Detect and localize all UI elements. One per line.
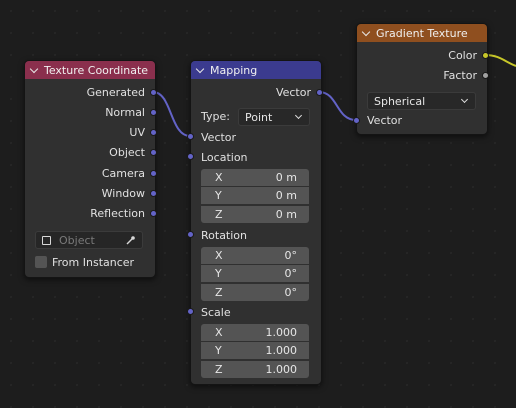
field-value: 0°	[284, 249, 298, 262]
rotation-y-field[interactable]: Y 0°	[201, 265, 309, 282]
socket-generated-out[interactable]	[150, 89, 157, 96]
output-camera-label: Camera	[101, 167, 145, 180]
output-normal-label: Normal	[105, 106, 145, 119]
gradient-type-value: Spherical	[374, 94, 426, 108]
scale-x-field[interactable]: X 1.000	[201, 324, 309, 341]
output-vector-label: Vector	[275, 86, 311, 99]
field-value: 1.000	[265, 326, 298, 339]
texture-coordinate-node[interactable]: Texture Coordinate Generated Normal UV O…	[24, 60, 156, 278]
cube-icon	[42, 235, 51, 245]
axis-label: Y	[215, 267, 222, 280]
link-generated-to-vector	[152, 91, 191, 137]
chevron-down-icon	[294, 111, 303, 120]
link-color-out	[484, 54, 516, 67]
scale-y-field[interactable]: Y 1.000	[201, 342, 309, 359]
field-value: 0 m	[275, 171, 297, 184]
output-object-label: Object	[109, 146, 145, 159]
output-window-label: Window	[101, 187, 145, 200]
axis-label: X	[215, 326, 223, 339]
rotation-z-field[interactable]: Z 0°	[201, 284, 309, 301]
object-placeholder: Object	[59, 233, 95, 247]
collapse-chevron-icon[interactable]	[29, 64, 39, 73]
output-uv-label: UV	[129, 126, 145, 139]
axis-label: Z	[215, 363, 223, 376]
axis-label: X	[215, 171, 223, 184]
location-y-field[interactable]: Y 0 m	[201, 187, 309, 204]
scale-z-field[interactable]: Z 1.000	[201, 361, 309, 378]
axis-label: Z	[215, 286, 223, 299]
axis-label: X	[215, 249, 223, 262]
link-mapping-to-gradient	[318, 91, 357, 121]
node-title: Texture Coordinate	[44, 63, 149, 77]
socket-mapping-vector-in[interactable]	[187, 133, 194, 140]
socket-reflection-out[interactable]	[150, 210, 157, 217]
field-value: 0 m	[275, 208, 297, 221]
socket-window-out[interactable]	[150, 190, 157, 197]
mapping-type-dropdown[interactable]: Point	[238, 108, 310, 126]
socket-mapping-vector-out[interactable]	[316, 89, 323, 96]
socket-uv-out[interactable]	[150, 129, 157, 136]
field-value: 0 m	[275, 189, 297, 202]
output-generated-label: Generated	[86, 86, 145, 99]
field-value: 1.000	[265, 363, 298, 376]
socket-color-out[interactable]	[482, 52, 489, 59]
object-selector[interactable]: Object	[35, 231, 143, 249]
socket-rotation-in[interactable]	[187, 231, 194, 238]
chevron-down-icon	[460, 95, 469, 104]
socket-scale-in[interactable]	[187, 308, 194, 315]
location-z-field[interactable]: Z 0 m	[201, 206, 309, 223]
field-value: 0°	[284, 286, 298, 299]
collapse-chevron-icon[interactable]	[195, 64, 205, 73]
gradient-texture-header[interactable]: Gradient Texture	[357, 24, 487, 42]
rotation-label: Rotation	[201, 229, 248, 242]
collapse-chevron-icon[interactable]	[361, 27, 371, 36]
scale-label: Scale	[201, 306, 231, 319]
gradient-texture-node[interactable]: Gradient Texture Color Factor Spherical …	[356, 23, 488, 135]
output-color-label: Color	[448, 49, 477, 62]
location-x-field[interactable]: X 0 m	[201, 169, 309, 186]
mapping-node[interactable]: Mapping Vector Type: Point Vector Locati…	[190, 60, 322, 385]
texture-coordinate-header[interactable]: Texture Coordinate	[25, 61, 155, 79]
output-reflection-label: Reflection	[90, 207, 145, 220]
output-factor-label: Factor	[443, 69, 477, 82]
field-value: 1.000	[265, 344, 298, 357]
type-label: Type:	[201, 110, 230, 123]
socket-factor-out[interactable]	[482, 72, 489, 79]
socket-camera-out[interactable]	[150, 170, 157, 177]
axis-label: Y	[215, 189, 222, 202]
rotation-x-field[interactable]: X 0°	[201, 247, 309, 264]
location-label: Location	[201, 151, 248, 164]
socket-object-out[interactable]	[150, 149, 157, 156]
node-title: Mapping	[210, 63, 258, 77]
eyedropper-icon[interactable]	[125, 235, 136, 246]
gradient-type-dropdown[interactable]: Spherical	[367, 92, 476, 110]
mapping-type-value: Point	[245, 110, 273, 124]
node-title: Gradient Texture	[376, 26, 468, 40]
field-value: 0°	[284, 267, 298, 280]
input-vector-label: Vector	[367, 114, 403, 127]
socket-location-in[interactable]	[187, 153, 194, 160]
axis-label: Z	[215, 208, 223, 221]
socket-normal-out[interactable]	[150, 109, 157, 116]
from-instancer-checkbox[interactable]	[35, 256, 47, 268]
axis-label: Y	[215, 344, 222, 357]
from-instancer-label: From Instancer	[52, 256, 135, 269]
input-vector-label: Vector	[201, 131, 237, 144]
socket-gradient-vector-in[interactable]	[353, 117, 360, 124]
mapping-header[interactable]: Mapping	[191, 61, 321, 79]
